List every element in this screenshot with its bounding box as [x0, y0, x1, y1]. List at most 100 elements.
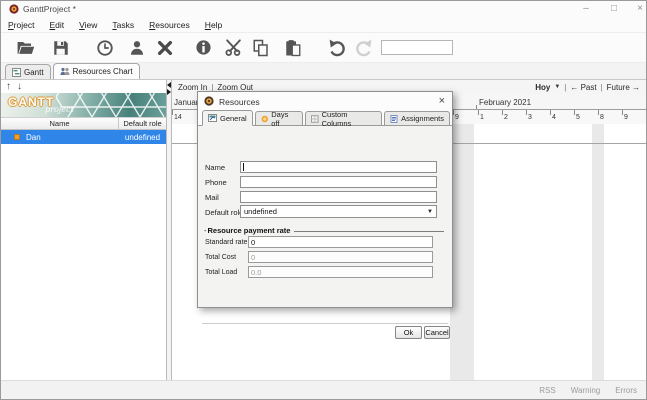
name-label: Name: [205, 163, 225, 172]
month-february: February 2021: [479, 98, 531, 107]
general-tab-icon: [208, 114, 217, 122]
paste-button[interactable]: [283, 38, 303, 58]
default-role-select[interactable]: undefined ▼: [240, 205, 437, 218]
today-button[interactable]: Hoy: [535, 83, 550, 92]
copy-button[interactable]: [251, 38, 271, 58]
day-number: 8: [600, 114, 604, 121]
tab-gantt-label: Gantt: [24, 68, 44, 77]
search-input[interactable]: [381, 40, 453, 55]
copy-icon: [252, 39, 270, 57]
mail-label: Mail: [205, 193, 219, 202]
dialog-tabs: General Days off Custom Columns: [198, 110, 452, 126]
recent-button[interactable]: [95, 38, 115, 58]
day-tick: [598, 110, 599, 115]
dialog-body: Name Phone Mail Default role undefined ▼…: [198, 126, 452, 307]
status-errors[interactable]: Errors: [615, 386, 637, 395]
day-tick: [622, 110, 623, 115]
assignments-doc-icon: [390, 115, 398, 123]
scissors-icon: [224, 38, 243, 57]
dialog-title: Resources: [219, 97, 260, 107]
resource-table-header: Name Default role: [1, 117, 166, 130]
tab-gantt[interactable]: Gantt: [5, 64, 51, 79]
payment-rate-group-legend[interactable]: - Resource payment rate: [204, 226, 444, 235]
dialog-tab-days-off[interactable]: Days off: [255, 111, 303, 125]
status-bar: RSS Warning Errors: [1, 380, 646, 399]
day-tick: [550, 110, 551, 115]
nav-separator: |: [601, 83, 603, 92]
chevron-down-icon: ▼: [427, 209, 433, 215]
cut-button[interactable]: [223, 38, 243, 58]
menu-bar: Project Edit View Tasks Resources Help: [1, 17, 646, 33]
past-link[interactable]: ← Past: [570, 83, 596, 92]
undo-button[interactable]: [327, 38, 347, 58]
open-project-button[interactable]: [15, 38, 35, 58]
legend-rule: [294, 231, 444, 232]
day-tick: [502, 110, 503, 115]
cancel-button[interactable]: Cancel: [424, 326, 450, 339]
new-resource-button[interactable]: [127, 38, 147, 58]
day-tick: [478, 110, 479, 115]
minimize-button[interactable]: –: [575, 1, 597, 17]
dialog-title-bar[interactable]: Resources ×: [198, 92, 452, 110]
clock-icon: [96, 39, 114, 57]
expand-right-icon[interactable]: [167, 89, 171, 95]
menu-item-help[interactable]: Help: [205, 20, 222, 30]
menu-item-view[interactable]: View: [79, 20, 97, 30]
standard-rate-field[interactable]: [248, 236, 433, 248]
mail-field[interactable]: [240, 191, 437, 203]
properties-button[interactable]: [193, 38, 213, 58]
collapse-icon[interactable]: -: [204, 226, 207, 235]
dialog-close-icon[interactable]: ×: [439, 95, 445, 107]
column-header-default-role[interactable]: Default role: [119, 118, 166, 129]
columns-grid-icon: [311, 115, 319, 123]
dialog-tab-days-off-label: Days off: [271, 110, 297, 128]
menu-item-resources[interactable]: Resources: [149, 20, 190, 30]
future-link[interactable]: Future →: [607, 83, 640, 92]
name-field[interactable]: [240, 161, 437, 173]
total-cost-label: Total Cost: [205, 254, 236, 261]
delete-x-icon: [157, 40, 173, 56]
status-warning[interactable]: Warning: [571, 386, 601, 395]
dialog-tab-custom-columns[interactable]: Custom Columns: [305, 111, 382, 125]
menu-item-tasks[interactable]: Tasks: [112, 20, 134, 30]
sun-icon: [261, 115, 269, 123]
menu-item-edit[interactable]: Edit: [49, 20, 64, 30]
tab-resources-chart[interactable]: Resources Chart: [53, 63, 140, 79]
weekend-column: [592, 124, 604, 380]
day-number: 4: [552, 114, 556, 121]
move-down-icon[interactable]: ↓: [17, 81, 28, 92]
delete-button[interactable]: [155, 38, 175, 58]
day-number: 1: [480, 114, 484, 121]
maximize-button[interactable]: □: [603, 1, 625, 17]
dialog-tab-assignments[interactable]: Assignments: [384, 111, 450, 125]
dialog-tab-assignments-label: Assignments: [401, 114, 444, 123]
logo-subtitle: project: [45, 105, 74, 114]
weekend-column: [450, 124, 474, 380]
menu-item-project[interactable]: Project: [8, 20, 34, 30]
close-button[interactable]: ×: [629, 1, 647, 17]
phone-field[interactable]: [240, 176, 437, 188]
paste-icon: [284, 39, 302, 57]
day-number: 9: [624, 114, 628, 121]
resource-row-dan[interactable]: Dan undefined: [1, 130, 166, 144]
gantt-chart-icon: [12, 68, 21, 77]
column-header-name[interactable]: Name: [1, 118, 119, 129]
day-tick: [526, 110, 527, 115]
status-rss[interactable]: RSS: [539, 386, 555, 395]
dialog-tab-general[interactable]: General: [202, 110, 253, 126]
default-role-label: Default role: [205, 208, 243, 217]
window-title: GanttProject *: [23, 4, 76, 14]
save-button[interactable]: [51, 38, 71, 58]
dialog-tab-general-label: General: [220, 114, 247, 123]
ok-button[interactable]: Ok: [395, 326, 422, 339]
day-tick: [172, 110, 173, 115]
move-up-icon[interactable]: ↑: [6, 81, 17, 92]
collapse-left-icon[interactable]: [167, 82, 171, 88]
total-cost-field: [248, 251, 433, 263]
default-role-value: undefined: [244, 207, 277, 216]
redo-button[interactable]: [353, 38, 373, 58]
move-up-down-buttons[interactable]: ↑↓: [6, 81, 28, 92]
day-number: 2: [504, 114, 508, 121]
today-dropdown-icon[interactable]: ▼: [554, 84, 560, 90]
standard-rate-label: Standard rate: [205, 239, 247, 246]
